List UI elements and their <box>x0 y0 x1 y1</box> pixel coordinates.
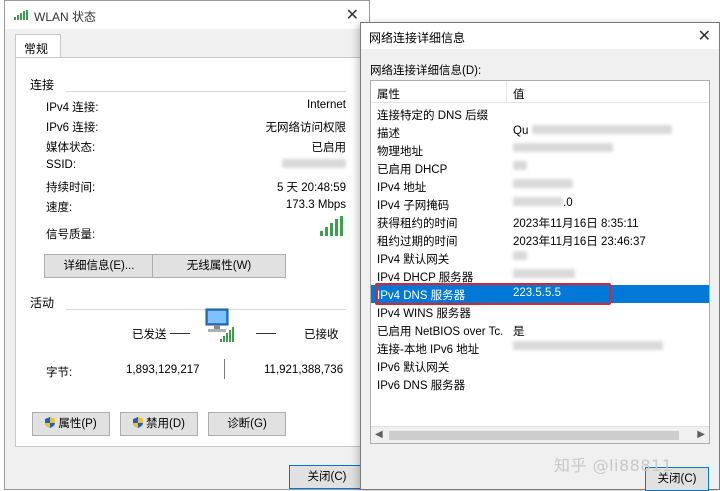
bytes-received-value: 11,921,388,736 <box>264 364 344 376</box>
window-title: WLAN 状态 <box>34 10 97 24</box>
details-list[interactable]: 属性 值 连接特定的 DNS 后缀 描述 Qu 物理地址 已启用 DHCP IPv… <box>370 80 710 444</box>
list-row[interactable]: 描述 Qu <box>371 123 709 141</box>
received-label: 已接收 <box>304 329 339 341</box>
list-row[interactable]: IPv6 默认网关 <box>371 357 709 375</box>
title-bar: WLAN 状态 ✕ <box>5 1 369 29</box>
row-key: IPv4 WINS 服务器 <box>377 308 471 320</box>
sent-line <box>170 333 190 334</box>
row-value <box>513 179 573 191</box>
list-row[interactable]: IPv6 DNS 服务器 <box>371 375 709 393</box>
row-key: 获得租约的时间 <box>377 218 458 230</box>
network-details-window: 网络连接详细信息 ✕ 网络连接详细信息(D): 属性 值 连接特定的 DNS 后… <box>360 22 720 491</box>
row-key: IPv4 地址 <box>377 182 427 194</box>
list-header: 属性 值 <box>371 81 709 103</box>
close-icon[interactable]: ✕ <box>698 26 711 45</box>
uac-shield-icon <box>45 417 56 428</box>
properties-button[interactable]: 属性(P) <box>32 412 110 436</box>
row-value: 是 <box>513 326 525 338</box>
column-separator[interactable] <box>506 81 507 103</box>
list-row[interactable]: 物理地址 <box>371 141 709 159</box>
list-row[interactable]: 连接特定的 DNS 后缀 <box>371 105 709 123</box>
signal-bars-icon <box>320 216 344 236</box>
duration-value: 5 天 20:48:59 <box>276 182 346 194</box>
properties-label: 属性(P) <box>58 418 97 430</box>
signal-quality-label: 信号质量: <box>46 229 96 241</box>
row-key: IPv4 子网掩码 <box>377 200 450 212</box>
window-title: 网络连接详细信息 <box>369 31 466 45</box>
list-row[interactable]: 已启用 NetBIOS over Tc... 是 <box>371 321 709 339</box>
general-panel: 连接 IPv4 连接: Internet IPv6 连接: 无网络访问权限 媒体… <box>15 57 361 447</box>
row-key: 描述 <box>377 128 400 140</box>
scrollbar-thumb[interactable] <box>389 431 679 440</box>
connection-heading: 连接 <box>30 78 55 92</box>
list-row[interactable]: IPv4 子网掩码 .0 <box>371 195 709 213</box>
activity-separator <box>224 359 225 379</box>
speed-value: 173.3 Mbps <box>285 199 346 211</box>
row-key: 连接特定的 DNS 后缀 <box>377 110 489 122</box>
row-key: IPv6 DNS 服务器 <box>377 380 466 392</box>
details-list-label: 网络连接详细信息(D): <box>370 65 482 77</box>
row-value: 2023年11月16日 8:35:11 <box>513 218 639 230</box>
ipv4-connectivity-label: IPv4 连接: <box>46 102 99 114</box>
column-property[interactable]: 属性 <box>377 86 400 102</box>
media-state-label: 媒体状态: <box>46 142 96 154</box>
ssid-label: SSID: <box>46 159 77 171</box>
watermark: 知乎 @li88811 <box>554 456 673 475</box>
media-state-value: 已启用 <box>311 142 347 154</box>
highlight-annotation-box <box>375 283 611 305</box>
list-row[interactable]: IPv4 WINS 服务器 <box>371 303 709 321</box>
row-key: 已启用 DHCP <box>377 164 448 176</box>
activity-heading: 活动 <box>30 296 55 310</box>
list-row[interactable]: 连接-本地 IPv6 地址 <box>371 339 709 357</box>
disable-label: 禁用(D) <box>146 418 185 430</box>
horizontal-scrollbar[interactable]: ◀ ▶ <box>371 426 709 443</box>
network-computer-icon <box>205 308 234 342</box>
list-row[interactable]: 已启用 DHCP <box>371 159 709 177</box>
speed-label: 速度: <box>46 202 73 214</box>
scroll-left-icon[interactable]: ◀ <box>375 429 383 440</box>
wifi-signal-icon <box>14 10 28 20</box>
column-value[interactable]: 值 <box>513 86 525 102</box>
row-key: 租约过期的时间 <box>377 236 458 248</box>
duration-label: 持续时间: <box>46 182 96 194</box>
diagnose-button[interactable]: 诊断(G) <box>208 412 286 436</box>
title-bar: 网络连接详细信息 ✕ <box>361 23 719 49</box>
row-value: .0 <box>513 197 573 209</box>
received-line <box>256 333 276 334</box>
uac-shield-icon <box>133 417 144 428</box>
row-value: 2023年11月16日 23:46:37 <box>513 236 646 248</box>
row-key: 物理地址 <box>377 146 423 158</box>
row-value <box>513 143 613 155</box>
bytes-label: 字节: <box>46 367 73 379</box>
row-key: IPv4 默认网关 <box>377 254 450 266</box>
bytes-sent-value: 1,893,129,217 <box>126 364 200 376</box>
row-value <box>513 269 575 281</box>
details-button[interactable]: 详细信息(E)... <box>44 254 154 278</box>
sent-label: 已发送 <box>132 329 167 341</box>
ssid-value <box>282 159 346 171</box>
row-key: IPv6 默认网关 <box>377 362 450 374</box>
row-value <box>513 341 663 353</box>
close-icon[interactable]: ✕ <box>346 5 359 24</box>
row-value <box>513 161 527 173</box>
row-value: Qu <box>513 125 672 137</box>
tab-strip: 常规 <box>5 29 369 58</box>
ipv6-connectivity-value: 无网络访问权限 <box>265 122 347 134</box>
ipv4-connectivity-value: Internet <box>307 99 346 111</box>
wireless-properties-button[interactable]: 无线属性(W) <box>152 254 286 278</box>
ipv6-connectivity-label: IPv6 连接: <box>46 122 99 134</box>
divider <box>66 91 346 92</box>
list-row[interactable]: IPv4 默认网关 <box>371 249 709 267</box>
list-row[interactable]: 租约过期的时间 2023年11月16日 23:46:37 <box>371 231 709 249</box>
tab-general[interactable]: 常规 <box>15 34 61 58</box>
row-value <box>513 251 527 263</box>
close-button[interactable]: 关闭(C) <box>289 465 365 489</box>
wlan-status-window: WLAN 状态 ✕ 常规 连接 IPv4 连接: Internet IPv6 连… <box>4 0 370 490</box>
list-row[interactable]: IPv4 地址 <box>371 177 709 195</box>
scroll-right-icon[interactable]: ▶ <box>697 429 705 440</box>
row-key: 已启用 NetBIOS over Tc... <box>377 326 503 338</box>
row-key: 连接-本地 IPv6 地址 <box>377 344 480 356</box>
disable-button[interactable]: 禁用(D) <box>120 412 198 436</box>
list-row[interactable]: 获得租约的时间 2023年11月16日 8:35:11 <box>371 213 709 231</box>
